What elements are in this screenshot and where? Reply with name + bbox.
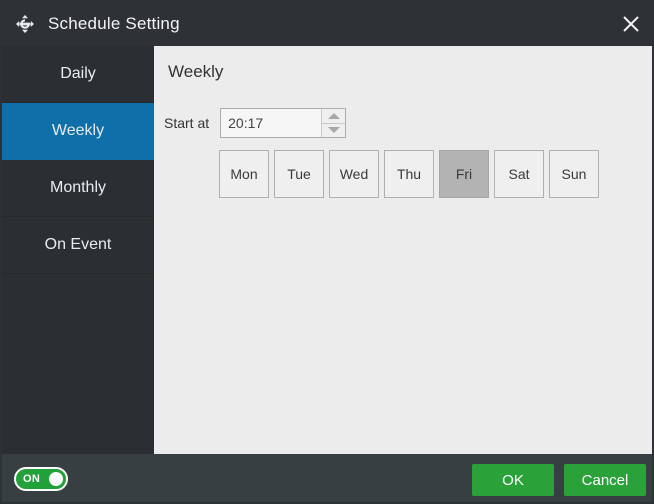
triangle-up-icon [327, 112, 340, 119]
spinner-down-icon[interactable] [322, 122, 346, 137]
page-title: Schedule Setting [48, 14, 180, 33]
weekday-selector: Mon Tue Wed Thu Fri Sat Sun [219, 150, 599, 198]
footer-bar: ON OK Cancel [2, 454, 652, 502]
sidebar-item-label: Daily [60, 65, 96, 82]
sidebar-item-monthly[interactable]: Monthly [2, 160, 154, 217]
content-heading: Weekly [168, 62, 224, 81]
sidebar-item-label: On Event [44, 236, 112, 253]
day-button-fri[interactable]: Fri [439, 150, 489, 198]
sidebar-item-daily[interactable]: Daily [2, 46, 154, 103]
day-button-thu[interactable]: Thu [384, 150, 434, 198]
enable-toggle[interactable]: ON [14, 467, 68, 491]
sidebar-item-weekly[interactable]: Weekly [2, 103, 154, 160]
title-bar: Schedule Setting [2, 2, 652, 46]
day-button-sat[interactable]: Sat [494, 150, 544, 198]
sidebar-item-label: Monthly [49, 179, 107, 196]
day-button-mon[interactable]: Mon [219, 150, 269, 198]
start-time-spinner[interactable]: 20:17 [220, 108, 347, 138]
day-button-tue[interactable]: Tue [274, 150, 324, 198]
footer-buttons: OK Cancel [472, 464, 646, 496]
toggle-knob [49, 472, 63, 486]
sidebar-item-on-event[interactable]: On Event [2, 217, 154, 274]
cancel-button[interactable]: Cancel [564, 464, 646, 496]
move-arrows-icon [14, 13, 36, 35]
start-time-input[interactable]: 20:17 [221, 109, 322, 137]
toggle-state-label: ON [23, 473, 41, 485]
day-label: Tue [287, 166, 311, 182]
day-label: Fri [455, 166, 473, 182]
spinner-buttons [321, 109, 346, 137]
start-at-row: Start at 20:17 [164, 108, 347, 138]
close-icon[interactable] [606, 2, 652, 46]
day-label: Wed [339, 166, 369, 182]
day-label: Sun [561, 166, 587, 182]
day-label: Mon [230, 166, 258, 182]
day-label: Thu [396, 166, 422, 182]
triangle-down-icon [327, 127, 340, 134]
spinner-up-icon[interactable] [322, 109, 346, 123]
start-at-label: Start at [164, 115, 210, 131]
content-panel: Weekly Start at 20:17 Mon Tue Wed Thu Fr… [154, 46, 652, 454]
sidebar-item-label: Weekly [51, 122, 105, 139]
ok-button[interactable]: OK [472, 464, 554, 496]
schedule-setting-dialog: Schedule Setting Daily Weekly Monthly On… [0, 0, 654, 504]
day-button-sun[interactable]: Sun [549, 150, 599, 198]
day-label: Sat [508, 166, 530, 182]
day-button-wed[interactable]: Wed [329, 150, 379, 198]
sidebar: Daily Weekly Monthly On Event [2, 46, 154, 454]
